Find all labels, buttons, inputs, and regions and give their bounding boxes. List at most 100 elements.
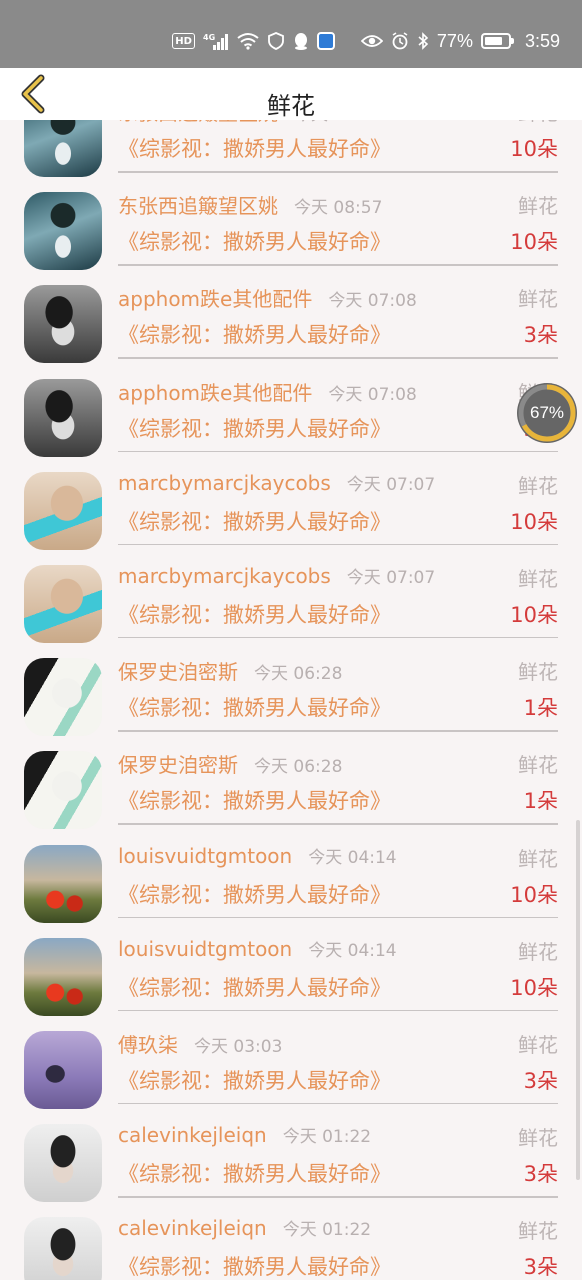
user-name[interactable]: louisvuidtgmtoon <box>118 844 292 868</box>
divider <box>118 450 558 453</box>
book-title[interactable]: 《综影视：撒娇男人最好命》 <box>118 230 391 254</box>
user-name[interactable]: calevinkejleiqn <box>118 1123 267 1147</box>
divider <box>118 916 558 918</box>
user-name[interactable]: 保罗史洎密斯 <box>118 656 238 685</box>
page-title: 鲜花 <box>267 92 315 120</box>
shield-icon <box>267 30 285 52</box>
avatar[interactable] <box>24 1124 102 1203</box>
list-item[interactable]: louisvuidtgmtoon 今天 04:14 鲜花 《综影视：撒娇男人最好… <box>0 839 582 932</box>
alarm-icon <box>391 30 409 52</box>
user-name[interactable]: marcbymarcjkaycobs <box>118 564 331 588</box>
hd-icon: HD <box>172 33 195 49</box>
list-item[interactable]: calevinkejleiqn 今天 01:22 鲜花 《综影视：撒娇男人最好命… <box>0 1118 582 1211</box>
row-header: louisvuidtgmtoon 今天 04:14 鲜花 <box>118 936 558 966</box>
gift-type: 鲜花 <box>518 939 558 964</box>
gift-type: 鲜花 <box>518 660 558 685</box>
gift-count: 3朵 <box>523 1068 558 1093</box>
divider <box>118 730 558 732</box>
row-detail: 《综影视：撒娇男人最好命》 3朵 <box>118 1251 558 1280</box>
row-header: marcbymarcjkaycobs 今天 07:07 鲜花 <box>118 563 558 593</box>
avatar[interactable] <box>24 937 102 1016</box>
list-item[interactable]: louisvuidtgmtoon 今天 04:14 鲜花 《综影视：撒娇男人最好… <box>0 932 582 1025</box>
user-name[interactable]: marcbymarcjkaycobs <box>118 471 331 495</box>
avatar[interactable] <box>24 285 102 364</box>
user-name[interactable]: 傅玖柒 <box>118 1029 178 1058</box>
gift-type: 鲜花 <box>518 287 558 312</box>
book-title[interactable]: 《综影视：撒娇男人最好命》 <box>118 883 391 907</box>
status-icons: HD 4G 77% 3:59 <box>172 30 560 52</box>
user-name[interactable]: apphom跌e其他配件 <box>118 377 312 406</box>
list-item[interactable]: 东张西追簸望区姚 今天 08:57 鲜花 《综影视：撒娇男人最好命》 10朵 <box>0 120 582 186</box>
progress-label: 67% <box>529 403 565 422</box>
gift-type: 鲜花 <box>518 1219 558 1244</box>
book-title[interactable]: 《综影视：撒娇男人最好命》 <box>118 1255 391 1279</box>
row-header: louisvuidtgmtoon 今天 04:14 鲜花 <box>118 843 558 873</box>
divider <box>118 1009 558 1012</box>
flower-record-list[interactable]: 东张西追簸望区姚 今天 08:57 鲜花 《综影视：撒娇男人最好命》 10朵 东… <box>0 120 582 1280</box>
user-name[interactable]: 东张西追簸望区姚 <box>118 120 278 126</box>
gift-count: 3朵 <box>523 1255 558 1280</box>
clock: 3:59 <box>524 30 560 51</box>
book-title[interactable]: 《综影视：撒娇男人最好命》 <box>118 510 391 534</box>
row-detail: 《综影视：撒娇男人最好命》 10朵 <box>118 506 558 536</box>
user-name[interactable]: 东张西追簸望区姚 <box>118 190 278 219</box>
timestamp: 今天 07:07 <box>346 567 436 588</box>
row-header: 东张西追簸望区姚 今天 08:57 鲜花 <box>118 120 558 127</box>
scrollbar[interactable] <box>576 820 580 1180</box>
user-name[interactable]: 保罗史洎密斯 <box>118 749 238 778</box>
status-bar: HD 4G 77% 3:59 <box>0 0 582 68</box>
list-item[interactable]: 保罗史洎密斯 今天 06:28 鲜花 《综影视：撒娇男人最好命》 1朵 <box>0 745 582 838</box>
list-item[interactable]: marcbymarcjkaycobs 今天 07:07 鲜花 《综影视：撒娇男人… <box>0 559 582 652</box>
row-header: apphom跌e其他配件 今天 07:08 鲜花 <box>118 377 558 407</box>
memory-usage-badge[interactable]: 67% <box>517 383 577 443</box>
avatar[interactable] <box>24 844 102 923</box>
book-title[interactable]: 《综影视：撒娇男人最好命》 <box>118 1162 391 1186</box>
avatar[interactable] <box>24 471 102 550</box>
app-header: 鲜花 <box>0 68 582 120</box>
user-name[interactable]: louisvuidtgmtoon <box>118 937 292 961</box>
list-item[interactable]: 东张西追簸望区姚 今天 08:57 鲜花 《综影视：撒娇男人最好命》 10朵 <box>0 186 582 279</box>
app-notification-icon <box>316 30 335 52</box>
gift-type: 鲜花 <box>518 753 558 778</box>
book-title[interactable]: 《综影视：撒娇男人最好命》 <box>118 603 391 627</box>
row-header: 保罗史洎密斯 今天 06:28 鲜花 <box>118 656 558 686</box>
avatar[interactable] <box>24 1030 102 1109</box>
list-item[interactable]: 保罗史洎密斯 今天 06:28 鲜花 《综影视：撒娇男人最好命》 1朵 <box>0 652 582 745</box>
gift-type: 鲜花 <box>518 194 558 219</box>
gift-count: 3朵 <box>523 1162 558 1187</box>
avatar[interactable] <box>24 192 102 271</box>
avatar[interactable] <box>24 378 102 457</box>
user-name[interactable]: apphom跌e其他配件 <box>118 283 312 312</box>
book-title[interactable]: 《综影视：撒娇男人最好命》 <box>118 417 391 441</box>
row-detail: 《综影视：撒娇男人最好命》 10朵 <box>118 879 558 909</box>
user-name[interactable]: calevinkejleiqn <box>118 1216 267 1240</box>
book-title[interactable]: 《综影视：撒娇男人最好命》 <box>118 696 391 720</box>
list-item[interactable]: apphom跌e其他配件 今天 07:08 鲜花 《综影视：撒娇男人最好命》 3… <box>0 279 582 372</box>
list-item[interactable]: marcbymarcjkaycobs 今天 07:07 鲜花 《综影视：撒娇男人… <box>0 466 582 559</box>
qq-icon <box>293 30 309 52</box>
row-detail: 《综影视：撒娇男人最好命》 10朵 <box>118 599 558 629</box>
row-header: 东张西追簸望区姚 今天 08:57 鲜花 <box>118 190 558 220</box>
avatar[interactable] <box>24 120 102 177</box>
avatar[interactable] <box>24 1217 102 1280</box>
list-item[interactable]: apphom跌e其他配件 今天 07:08 鲜花 《综影视：撒娇男人最好命》 3… <box>0 373 582 466</box>
list-item[interactable]: calevinkejleiqn 今天 01:22 鲜花 《综影视：撒娇男人最好命… <box>0 1211 582 1280</box>
avatar[interactable] <box>24 658 102 737</box>
book-title[interactable]: 《综影视：撒娇男人最好命》 <box>118 789 391 813</box>
row-detail: 《综影视：撒娇男人最好命》 3朵 <box>118 413 558 443</box>
gift-count: 10朵 <box>510 975 558 1000</box>
book-title[interactable]: 《综影视：撒娇男人最好命》 <box>118 323 391 347</box>
book-title[interactable]: 《综影视：撒娇男人最好命》 <box>118 976 391 1000</box>
avatar[interactable] <box>24 751 102 830</box>
signal-icon: 4G <box>203 30 229 52</box>
gift-count: 1朵 <box>523 789 558 814</box>
timestamp: 今天 04:14 <box>308 847 397 868</box>
book-title[interactable]: 《综影视：撒娇男人最好命》 <box>118 137 391 161</box>
avatar[interactable] <box>24 564 102 643</box>
timestamp: 今天 08:57 <box>294 198 383 219</box>
timestamp: 今天 07:08 <box>328 291 417 312</box>
gift-type: 鲜花 <box>518 120 558 126</box>
list-item[interactable]: 傅玖柒 今天 03:03 鲜花 《综影视：撒娇男人最好命》 3朵 <box>0 1025 582 1118</box>
book-title[interactable]: 《综影视：撒娇男人最好命》 <box>118 1069 391 1093</box>
gift-count: 10朵 <box>510 509 558 534</box>
